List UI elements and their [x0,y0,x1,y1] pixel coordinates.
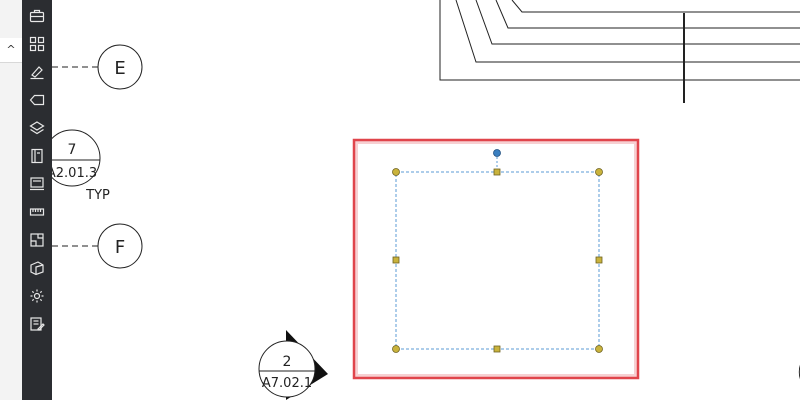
grid-icon[interactable] [26,33,48,55]
edge-grip-right[interactable] [595,256,603,264]
grid-label-e: E [114,58,125,79]
collapse-caret-icon[interactable]: ^ [0,38,22,63]
edge-grip-left[interactable] [392,256,400,264]
ruler-icon[interactable] [26,201,48,223]
nested-outline [439,0,800,81]
corner-grip-top-left[interactable] [392,168,400,176]
grid-label-f: F [115,237,125,258]
corner-grip-bottom-left[interactable] [392,345,400,353]
layers-icon[interactable] [26,117,48,139]
callout-top-note: TYP [85,188,110,203]
floorplan-icon[interactable] [26,229,48,251]
selection-bounds[interactable] [395,171,600,350]
drawing-canvas[interactable]: E F 7 A2.01.3 TYP 2 A7.02.1 ^ [0,0,800,400]
gear-icon[interactable] [26,285,48,307]
rotate-grip[interactable] [493,149,501,157]
callout-bottom-number: 2 [283,354,292,370]
callout-bottom-sheet: A7.02.1 [262,376,312,391]
tag-icon[interactable] [26,89,48,111]
book-icon[interactable] [26,145,48,167]
edge-grip-bottom[interactable] [493,345,501,353]
edge-grip-top[interactable] [493,168,501,176]
corner-grip-bottom-right[interactable] [595,345,603,353]
briefcase-icon[interactable] [26,5,48,27]
shape-icon[interactable] [26,257,48,279]
monitor-icon[interactable] [26,173,48,195]
side-panel-edge: ^ [0,0,23,400]
pen-markup-icon[interactable] [26,61,48,83]
vertical-toolbar [22,0,52,400]
drawing-sheet[interactable]: E F 7 A2.01.3 TYP 2 A7.02.1 [0,0,800,400]
edit-list-icon[interactable] [26,313,48,335]
corner-grip-top-right[interactable] [595,168,603,176]
callout-top-sheet: A2.01.3 [47,166,97,181]
callout-top-number: 7 [68,142,77,158]
